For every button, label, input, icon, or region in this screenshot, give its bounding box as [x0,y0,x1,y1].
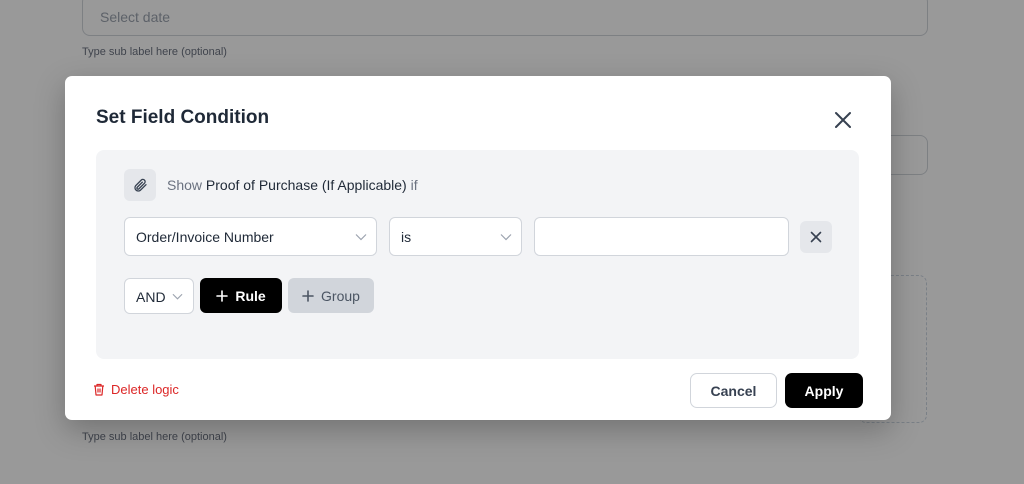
rule-value-input[interactable] [534,217,789,256]
close-icon [835,112,851,128]
condition-card: Show Proof of Purchase (If Applicable) i… [96,150,859,359]
plus-icon [302,289,314,302]
add-group-button[interactable]: Group [288,278,374,313]
field-type-badge [124,169,156,201]
set-field-condition-dialog: Set Field Condition Show Proof of Purcha… [65,76,891,420]
apply-label: Apply [804,382,844,399]
dialog-title: Set Field Condition [96,107,270,128]
chevron-down-icon [172,293,183,300]
remove-rule-button[interactable] [800,221,832,253]
trash-icon [94,383,104,396]
target-field-name: Proof of Purchase (If Applicable) [205,177,407,193]
rule-field-value: Order/Invoice Number [136,229,274,245]
logic-operator-value: AND [136,289,166,305]
cancel-label: Cancel [710,382,757,399]
if-label: if [410,177,418,193]
add-rule-button[interactable]: Rule [200,278,282,313]
chevron-down-icon [500,234,512,241]
close-button[interactable] [830,107,856,133]
rule-operator-select[interactable]: is [389,217,522,256]
show-label: Show [167,177,203,193]
apply-button[interactable]: Apply [785,373,863,408]
close-icon [810,231,822,243]
cancel-button[interactable]: Cancel [690,373,777,408]
logic-operator-select[interactable]: AND [124,278,194,314]
paperclip-icon [134,178,147,192]
condition-summary: Show Proof of Purchase (If Applicable) i… [167,177,418,193]
plus-icon [216,289,229,302]
add-group-label: Group [321,287,360,304]
delete-logic-button[interactable]: Delete logic [93,382,179,397]
delete-logic-label: Delete logic [111,382,179,397]
chevron-down-icon [355,234,367,241]
add-rule-label: Rule [235,287,266,304]
rule-field-select[interactable]: Order/Invoice Number [124,217,377,256]
rule-operator-value: is [401,229,412,245]
